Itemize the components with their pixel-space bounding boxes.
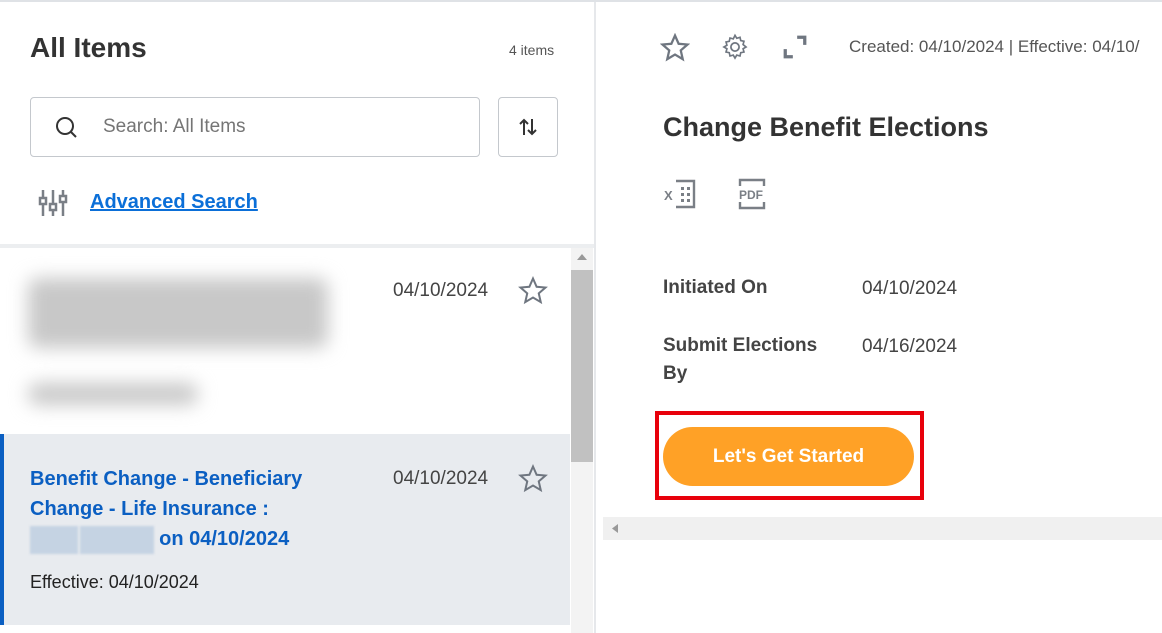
scrollbar-thumb[interactable] (571, 270, 593, 462)
field-value: 04/10/2024 (862, 278, 958, 299)
star-icon[interactable] (518, 464, 548, 494)
field-label: Initiated On (663, 277, 768, 298)
sort-button[interactable] (498, 97, 558, 157)
lets-get-started-button[interactable]: Let's Get Started (663, 427, 914, 486)
redacted-title (28, 278, 328, 348)
redacted-subtitle (28, 383, 198, 405)
search-field[interactable] (30, 97, 480, 157)
search-input[interactable] (103, 116, 463, 138)
horizontal-scrollbar[interactable] (603, 517, 1162, 540)
svg-text:PDF: PDF (739, 188, 763, 202)
page-title: All Items (30, 32, 147, 63)
item-date: 04/10/2024 (393, 280, 489, 301)
item-effective: Effective: 04/10/2024 (30, 572, 199, 592)
created-effective-dates: Created: 04/10/2024 | Effective: 04/10/ (849, 37, 1140, 56)
search-icon (56, 117, 77, 138)
field-label: Submit Elections By (663, 335, 818, 384)
redacted-text (79, 525, 154, 554)
expand-icon[interactable] (782, 34, 808, 60)
list-item[interactable]: 04/10/2024 (0, 248, 570, 433)
scroll-left-icon[interactable] (603, 517, 625, 540)
redacted-text (30, 525, 78, 554)
advanced-search-link[interactable]: Advanced Search (90, 191, 258, 214)
item-count: 4 items (509, 42, 555, 58)
gear-icon[interactable] (721, 33, 749, 61)
list-item-selected[interactable]: Benefit Change - Beneficiary Change - Li… (0, 434, 570, 625)
excel-export-icon[interactable]: X (664, 178, 696, 210)
item-title[interactable]: Benefit Change - Beneficiary Change - Li… (30, 464, 320, 554)
item-date: 04/10/2024 (393, 468, 489, 489)
detail-title: Change Benefit Elections (663, 112, 989, 142)
scroll-up-icon[interactable] (571, 248, 593, 266)
field-value: 04/16/2024 (862, 336, 958, 357)
pdf-export-icon[interactable]: PDF (738, 178, 768, 210)
star-icon[interactable] (518, 276, 548, 306)
sort-icon (519, 118, 537, 136)
star-icon[interactable] (660, 33, 690, 63)
svg-text:X: X (664, 188, 673, 203)
filter-sliders-icon (38, 190, 68, 216)
